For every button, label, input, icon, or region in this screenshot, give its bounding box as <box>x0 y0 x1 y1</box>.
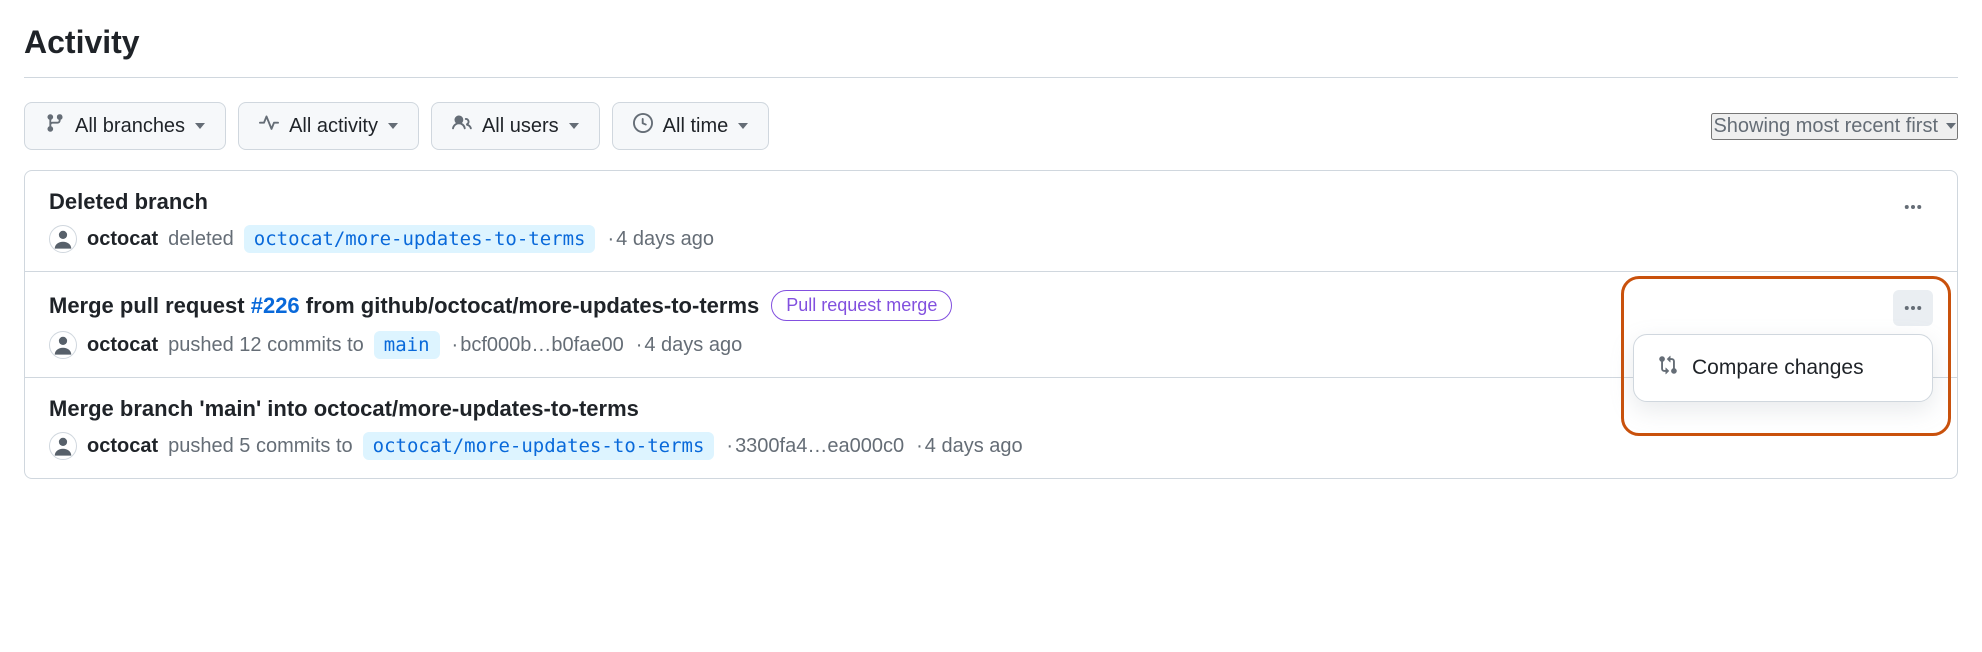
activity-list: Deleted branch octocat deleted octocat/m… <box>24 170 1958 479</box>
clock-icon <box>633 113 653 139</box>
filter-users-label: All users <box>482 115 559 138</box>
sha-range[interactable]: 3300fa4…ea000c0 <box>724 435 904 458</box>
filter-toolbar: All branches All activity All users All … <box>24 102 1958 150</box>
activity-title: Merge branch 'main' into octocat/more-up… <box>49 396 639 422</box>
caret-down-icon <box>195 123 205 129</box>
caret-down-icon <box>738 123 748 129</box>
git-branch-icon <box>45 113 65 139</box>
avatar[interactable] <box>49 331 77 359</box>
filter-activity-label: All activity <box>289 115 378 138</box>
filter-branches[interactable]: All branches <box>24 102 226 150</box>
timestamp: 4 days ago <box>634 334 743 357</box>
caret-down-icon <box>569 123 579 129</box>
caret-down-icon <box>388 123 398 129</box>
username[interactable]: octocat <box>87 334 158 357</box>
pr-number-link[interactable]: #226 <box>251 293 300 318</box>
branch-chip[interactable]: octocat/more-updates-to-terms <box>244 225 596 253</box>
git-compare-icon <box>1658 355 1678 381</box>
timestamp: 4 days ago <box>605 228 714 251</box>
activity-title: Merge pull request #226 from github/octo… <box>49 293 759 319</box>
filter-activity[interactable]: All activity <box>238 102 419 150</box>
action-verb: pushed 5 commits to <box>168 435 353 458</box>
action-verb: pushed 12 commits to <box>168 334 364 357</box>
item-menu-button[interactable] <box>1893 290 1933 326</box>
compare-changes-label: Compare changes <box>1692 356 1864 380</box>
filter-branches-label: All branches <box>75 115 185 138</box>
item-menu-button[interactable] <box>1893 189 1933 225</box>
avatar[interactable] <box>49 225 77 253</box>
filter-time-label: All time <box>663 115 729 138</box>
activity-title: Deleted branch <box>49 189 208 215</box>
compare-changes-item[interactable]: Compare changes <box>1642 343 1924 393</box>
filter-users[interactable]: All users <box>431 102 600 150</box>
pr-merge-badge: Pull request merge <box>771 290 952 321</box>
sha-range[interactable]: bcf000b…b0fae00 <box>450 334 624 357</box>
sort-order-label: Showing most recent first <box>1713 115 1938 138</box>
caret-down-icon <box>1946 123 1956 129</box>
action-verb: deleted <box>168 228 234 251</box>
branch-chip[interactable]: main <box>374 331 440 359</box>
page-title: Activity <box>24 24 1958 78</box>
sort-order-toggle[interactable]: Showing most recent first <box>1711 113 1958 140</box>
username[interactable]: octocat <box>87 435 158 458</box>
activity-item: Deleted branch octocat deleted octocat/m… <box>25 171 1957 272</box>
avatar[interactable] <box>49 432 77 460</box>
activity-item: Merge pull request #226 from github/octo… <box>25 272 1957 378</box>
branch-chip[interactable]: octocat/more-updates-to-terms <box>363 432 715 460</box>
item-menu-dropdown: Compare changes <box>1633 334 1933 402</box>
username[interactable]: octocat <box>87 228 158 251</box>
filter-time[interactable]: All time <box>612 102 770 150</box>
timestamp: 4 days ago <box>914 435 1023 458</box>
people-icon <box>452 113 472 139</box>
pulse-icon <box>259 113 279 139</box>
